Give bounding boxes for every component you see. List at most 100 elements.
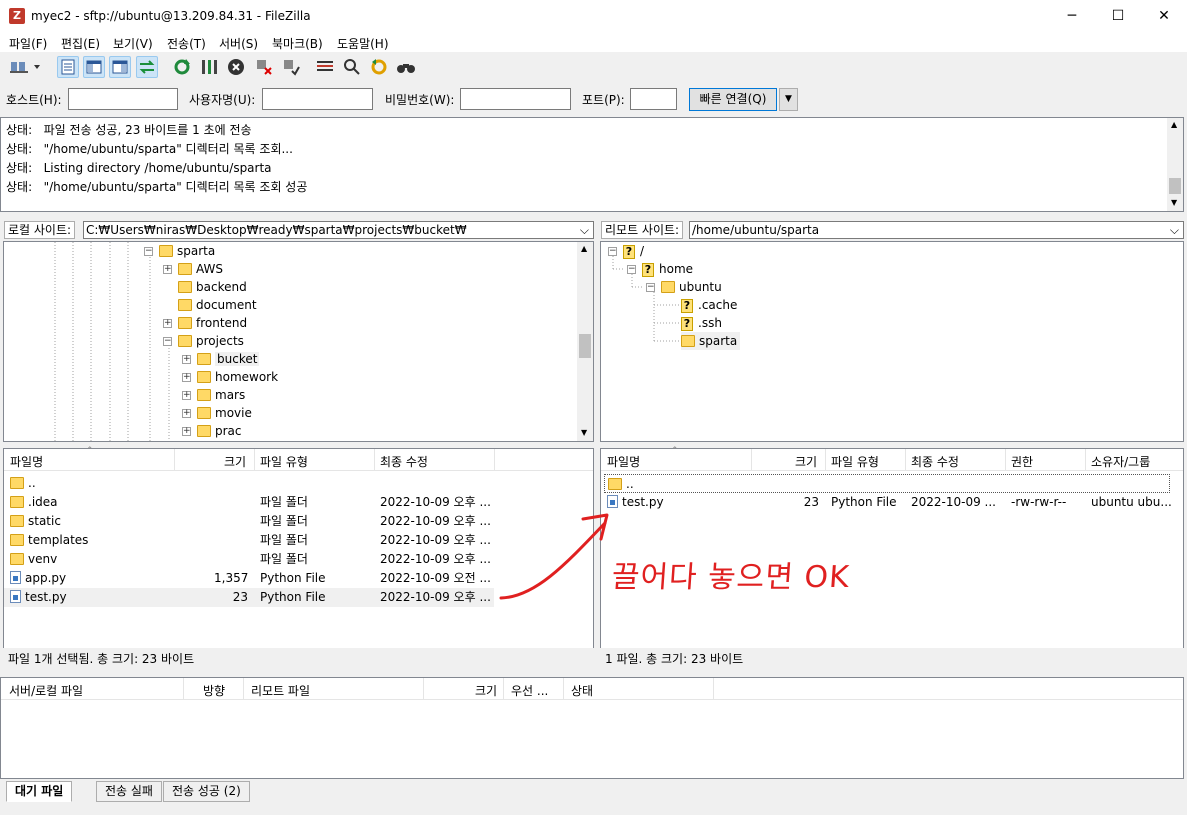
column-divider[interactable] — [174, 449, 175, 471]
tree-node[interactable]: − projects — [163, 332, 244, 350]
column-remote-file[interactable]: 리모트 파일 — [251, 682, 310, 699]
refresh-icon[interactable] — [171, 56, 193, 78]
column-divider[interactable] — [563, 678, 564, 700]
minimize-button[interactable]: ─ — [1049, 0, 1095, 32]
column-permissions[interactable]: 권한 — [1011, 453, 1033, 470]
tree-node[interactable]: + movie — [182, 404, 252, 422]
chevron-down-icon[interactable]: ⌵ — [1170, 222, 1179, 238]
column-modified[interactable]: 최종 수정 — [380, 453, 428, 470]
column-divider[interactable] — [503, 678, 504, 700]
menu-help[interactable]: 도움말(H) — [337, 35, 389, 52]
chevron-down-icon[interactable]: ⌵ — [580, 222, 589, 238]
tree-node[interactable]: + mars — [182, 386, 245, 404]
tree-node[interactable]: −? home — [627, 260, 693, 278]
column-divider[interactable] — [825, 449, 826, 471]
tree-node[interactable]: + homework — [182, 368, 278, 386]
column-local-file[interactable]: 서버/로컬 파일 — [9, 682, 83, 699]
column-status[interactable]: 상태 — [571, 682, 593, 699]
port-input[interactable] — [630, 88, 677, 110]
file-row[interactable]: venv 파일 폴더 2022-10-09 오후 ... — [4, 550, 494, 569]
expander-icon[interactable]: + — [182, 409, 191, 418]
tree-node[interactable]: ? .cache — [681, 296, 737, 314]
scroll-down-icon[interactable]: ▼ — [1171, 198, 1177, 207]
password-input[interactable] — [460, 88, 571, 110]
disconnect-icon[interactable] — [253, 56, 275, 78]
column-divider[interactable] — [713, 678, 714, 700]
site-manager-icon[interactable] — [6, 56, 44, 78]
menu-view[interactable]: 보기(V) — [113, 35, 153, 52]
maximize-button[interactable]: ☐ — [1095, 0, 1141, 32]
quickconnect-dropdown-icon[interactable]: ▼ — [779, 88, 798, 111]
cancel-operation-icon[interactable] — [225, 56, 247, 78]
tree-node[interactable]: ? .ssh — [681, 314, 722, 332]
search-icon[interactable] — [341, 56, 363, 78]
quickconnect-button[interactable]: 빠른 연결(Q) — [689, 88, 777, 111]
column-owner[interactable]: 소유자/그룹 — [1091, 453, 1150, 470]
column-name[interactable]: 파일명 — [607, 453, 640, 470]
file-row-selected[interactable]: test.py 23 Python File 2022-10-09 오후 ... — [4, 588, 494, 607]
column-divider[interactable] — [243, 678, 244, 700]
reconnect-icon[interactable] — [280, 56, 302, 78]
menu-server[interactable]: 서버(S) — [219, 35, 258, 52]
tree-node[interactable]: document — [178, 296, 257, 314]
column-divider[interactable] — [1005, 449, 1006, 471]
expander-icon[interactable]: − — [627, 265, 636, 274]
file-row[interactable]: .idea 파일 폴더 2022-10-09 오후 ... — [4, 493, 494, 512]
column-size[interactable]: 크기 — [795, 453, 817, 470]
username-input[interactable] — [262, 88, 373, 110]
column-direction[interactable]: 방향 — [203, 682, 225, 699]
tree-node[interactable]: backend — [178, 278, 247, 296]
column-size[interactable]: 크기 — [224, 453, 246, 470]
tree-node[interactable]: + frontend — [163, 314, 247, 332]
binoculars-icon[interactable] — [395, 56, 417, 78]
scroll-thumb[interactable] — [1169, 178, 1181, 194]
file-row[interactable]: templates 파일 폴더 2022-10-09 오후 ... — [4, 531, 494, 550]
column-divider[interactable] — [183, 678, 184, 700]
local-path-combo[interactable]: C:₩Users₩niras₩Desktop₩ready₩sparta₩proj… — [83, 221, 594, 239]
scroll-up-icon[interactable]: ▲ — [1171, 120, 1177, 129]
menu-bookmarks[interactable]: 북마크(B) — [272, 35, 323, 52]
close-button[interactable]: ✕ — [1141, 0, 1187, 32]
column-divider[interactable] — [1085, 449, 1086, 471]
menu-transfer[interactable]: 전송(T) — [167, 35, 206, 52]
local-tree-scrollbar[interactable]: ▲ ▼ — [577, 242, 593, 441]
column-divider[interactable] — [423, 678, 424, 700]
remote-path-combo[interactable]: /home/ubuntu/sparta ⌵ — [689, 221, 1184, 239]
column-modified[interactable]: 최종 수정 — [911, 453, 959, 470]
tree-node[interactable]: −? / — [608, 242, 644, 260]
tab-queued-files[interactable]: 대기 파일 — [6, 781, 73, 802]
expander-icon[interactable]: + — [163, 265, 172, 274]
tree-node[interactable]: − sparta — [144, 242, 215, 260]
tree-node[interactable]: + prac — [182, 422, 242, 440]
column-priority[interactable]: 우선 ... — [511, 682, 548, 699]
toggle-local-tree-icon[interactable] — [83, 56, 105, 78]
file-row[interactable]: app.py 1,357 Python File 2022-10-09 오전 ... — [4, 569, 494, 588]
expander-icon[interactable]: + — [163, 319, 172, 328]
column-divider[interactable] — [374, 449, 375, 471]
sync-browse-icon[interactable] — [368, 56, 390, 78]
toggle-remote-tree-icon[interactable] — [109, 56, 131, 78]
file-row[interactable]: static 파일 폴더 2022-10-09 오후 ... — [4, 512, 494, 531]
expander-icon[interactable]: − — [144, 247, 153, 256]
column-divider[interactable] — [494, 449, 495, 471]
toggle-queue-icon[interactable] — [136, 56, 158, 78]
column-divider[interactable] — [905, 449, 906, 471]
tab-successful-transfers[interactable]: 전송 성공 (2) — [163, 781, 250, 802]
host-input[interactable] — [68, 88, 178, 110]
tab-failed-transfers[interactable]: 전송 실패 — [96, 781, 162, 802]
column-divider[interactable] — [751, 449, 752, 471]
column-size[interactable]: 크기 — [475, 682, 497, 699]
filter-icon[interactable] — [198, 56, 220, 78]
expander-icon[interactable]: + — [182, 355, 191, 364]
file-row-focused[interactable]: .. — [604, 474, 1170, 493]
tree-node-selected[interactable]: + bucket — [182, 350, 260, 368]
scroll-down-icon[interactable]: ▼ — [581, 428, 587, 437]
menu-edit[interactable]: 편집(E) — [61, 35, 100, 52]
column-divider[interactable] — [254, 449, 255, 471]
tree-node[interactable]: − ubuntu — [646, 278, 722, 296]
tree-node[interactable]: + AWS — [163, 260, 223, 278]
expander-icon[interactable]: − — [163, 337, 172, 346]
tree-node-selected[interactable]: sparta — [681, 332, 741, 350]
expander-icon[interactable]: + — [182, 427, 191, 436]
expander-icon[interactable]: + — [182, 373, 191, 382]
